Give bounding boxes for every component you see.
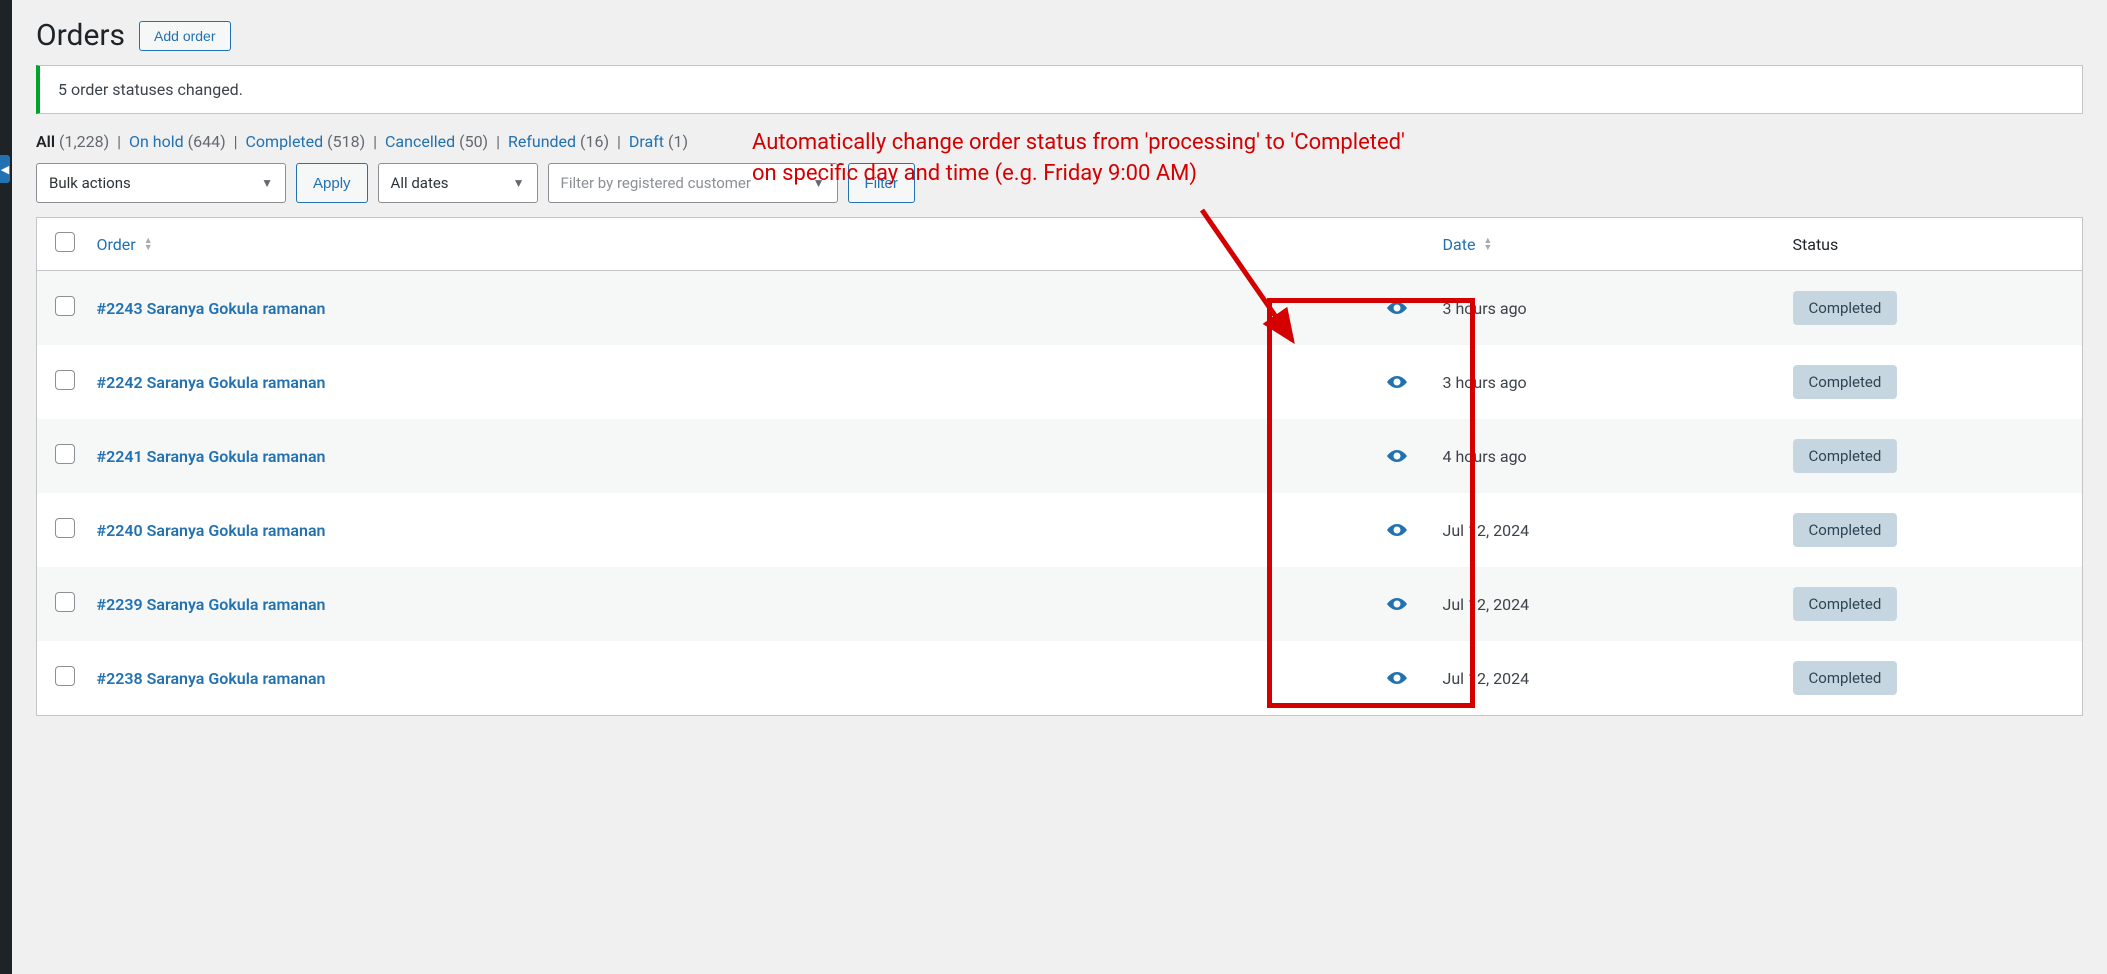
preview-eye-icon[interactable] — [1387, 522, 1407, 540]
chevron-down-icon: ▼ — [261, 176, 273, 190]
status-filter-links: All (1,228) | On hold (644) | Completed … — [36, 132, 2083, 151]
table-row: #2241 Saranya Gokula ramanan 4 hours ago… — [37, 419, 2083, 493]
table-row: #2240 Saranya Gokula ramanan Jul 12, 202… — [37, 493, 2083, 567]
filter-draft[interactable]: Draft (1) — [629, 132, 688, 151]
order-link[interactable]: #2242 Saranya Gokula ramanan — [97, 373, 326, 392]
column-status: Status — [1783, 218, 2083, 271]
customer-filter-select[interactable]: Filter by registered customer ▼ — [548, 163, 838, 203]
column-order[interactable]: Order ▲▼ — [87, 218, 1373, 271]
order-link[interactable]: #2243 Saranya Gokula ramanan — [97, 299, 326, 318]
table-row: #2238 Saranya Gokula ramanan Jul 12, 202… — [37, 641, 2083, 716]
preview-eye-icon[interactable] — [1387, 448, 1407, 466]
bulk-actions-select[interactable]: Bulk actions ▼ — [36, 163, 286, 203]
table-row: #2242 Saranya Gokula ramanan 3 hours ago… — [37, 345, 2083, 419]
chevron-down-icon: ▼ — [513, 176, 525, 190]
status-badge: Completed — [1793, 513, 1898, 547]
filter-cancelled[interactable]: Cancelled (50) — [385, 132, 488, 151]
status-badge: Completed — [1793, 365, 1898, 399]
customer-filter-placeholder: Filter by registered customer — [561, 174, 751, 192]
chevron-down-icon: ▼ — [813, 176, 825, 190]
column-date[interactable]: Date ▲▼ — [1433, 218, 1783, 271]
success-notice: 5 order statuses changed. — [36, 65, 2083, 114]
table-row: #2239 Saranya Gokula ramanan Jul 12, 202… — [37, 567, 2083, 641]
table-row: #2243 Saranya Gokula ramanan 3 hours ago… — [37, 271, 2083, 346]
sort-icon: ▲▼ — [1483, 238, 1492, 252]
order-date: Jul 12, 2024 — [1433, 641, 1783, 716]
sort-icon: ▲▼ — [144, 238, 153, 252]
order-link[interactable]: #2239 Saranya Gokula ramanan — [97, 595, 326, 614]
filter-on-hold[interactable]: On hold (644) — [129, 132, 226, 151]
orders-page: Orders Add order 5 order statuses change… — [12, 0, 2107, 740]
row-checkbox[interactable] — [55, 444, 75, 464]
apply-button[interactable]: Apply — [296, 163, 368, 203]
filter-completed[interactable]: Completed (518) — [246, 132, 366, 151]
order-date: 3 hours ago — [1433, 271, 1783, 346]
row-checkbox[interactable] — [55, 370, 75, 390]
filter-refunded[interactable]: Refunded (16) — [508, 132, 609, 151]
order-link[interactable]: #2240 Saranya Gokula ramanan — [97, 521, 326, 540]
select-all-checkbox[interactable] — [55, 232, 75, 252]
admin-sidebar-edge — [0, 0, 12, 974]
bulk-actions-label: Bulk actions — [49, 174, 131, 192]
filter-all[interactable]: All — [36, 132, 55, 151]
row-checkbox[interactable] — [55, 296, 75, 316]
filter-button[interactable]: Filter — [848, 163, 915, 203]
status-badge: Completed — [1793, 439, 1898, 473]
page-title: Orders — [36, 18, 125, 53]
row-checkbox[interactable] — [55, 666, 75, 686]
preview-eye-icon[interactable] — [1387, 300, 1407, 318]
order-date: Jul 12, 2024 — [1433, 567, 1783, 641]
order-date: 3 hours ago — [1433, 345, 1783, 419]
row-checkbox[interactable] — [55, 518, 75, 538]
preview-eye-icon[interactable] — [1387, 596, 1407, 614]
date-filter-label: All dates — [391, 174, 449, 192]
status-badge: Completed — [1793, 661, 1898, 695]
order-date: Jul 12, 2024 — [1433, 493, 1783, 567]
order-link[interactable]: #2241 Saranya Gokula ramanan — [97, 447, 326, 466]
preview-eye-icon[interactable] — [1387, 374, 1407, 392]
preview-eye-icon[interactable] — [1387, 670, 1407, 688]
date-filter-select[interactable]: All dates ▼ — [378, 163, 538, 203]
collapse-arrow-icon[interactable]: ◀ — [0, 155, 10, 183]
orders-table: Order ▲▼ Date ▲▼ Status #2243 Saranya Go… — [36, 217, 2083, 716]
status-badge: Completed — [1793, 587, 1898, 621]
order-date: 4 hours ago — [1433, 419, 1783, 493]
add-order-button[interactable]: Add order — [139, 21, 230, 51]
row-checkbox[interactable] — [55, 592, 75, 612]
status-badge: Completed — [1793, 291, 1898, 325]
order-link[interactable]: #2238 Saranya Gokula ramanan — [97, 669, 326, 688]
